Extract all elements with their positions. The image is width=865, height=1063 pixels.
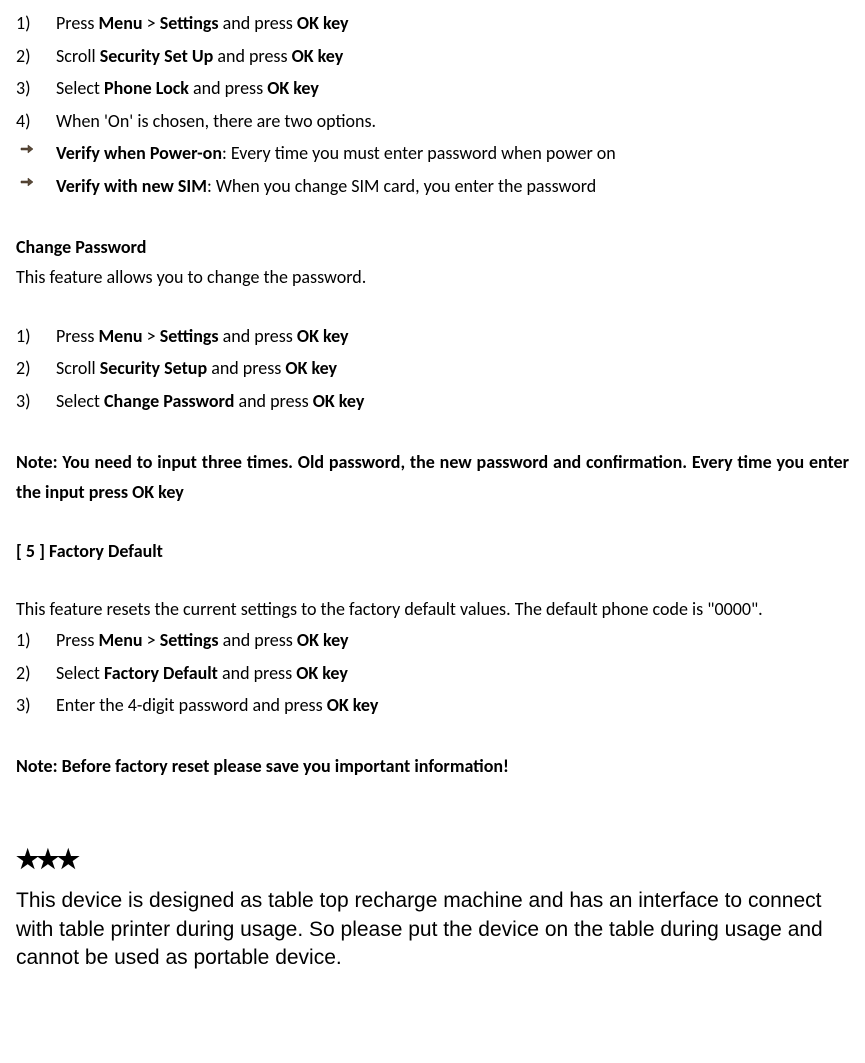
list-number: 3) xyxy=(16,386,56,417)
list-number: 1) xyxy=(16,321,56,352)
bullet-item: Verify with new SIM: When you change SIM… xyxy=(16,171,849,202)
note-text: Note: Before factory reset please save y… xyxy=(16,751,849,782)
list-number: 2) xyxy=(16,41,56,72)
list-number: 3) xyxy=(16,690,56,721)
section-description: This feature resets the current settings… xyxy=(16,594,849,625)
bullet-content: Verify when Power-on: Every time you mus… xyxy=(56,138,849,169)
bullet-item: Verify when Power-on: Every time you mus… xyxy=(16,138,849,169)
list-number: 3) xyxy=(16,73,56,104)
list-content: Enter the 4-digit password and press OK … xyxy=(56,690,849,721)
list-item: 2) Scroll Security Set Up and press OK k… xyxy=(16,41,849,72)
list-number: 1) xyxy=(16,8,56,39)
list-number: 2) xyxy=(16,353,56,384)
list-item: 3) Select Phone Lock and press OK key xyxy=(16,73,849,104)
list-content: Scroll Security Setup and press OK key xyxy=(56,353,849,384)
list-content: Press Menu > Settings and press OK key xyxy=(56,625,849,656)
section-heading: Change Password xyxy=(16,232,849,263)
note-text: Note: You need to input three times. Old… xyxy=(16,447,849,508)
list-content: Select Factory Default and press OK key xyxy=(56,658,849,689)
list-number: 1) xyxy=(16,625,56,656)
list-content: Press Menu > Settings and press OK key xyxy=(56,8,849,39)
list-item: 3) Select Change Password and press OK k… xyxy=(16,386,849,417)
list-item: 4) When 'On' is chosen, there are two op… xyxy=(16,106,849,137)
list-item: 3) Enter the 4-digit password and press … xyxy=(16,690,849,721)
list-item: 1) Press Menu > Settings and press OK ke… xyxy=(16,321,849,352)
list-content: Press Menu > Settings and press OK key xyxy=(56,321,849,352)
footer-disclaimer: This device is designed as table top rec… xyxy=(16,887,849,972)
list-number: 2) xyxy=(16,658,56,689)
section-description: This feature allows you to change the pa… xyxy=(16,262,849,293)
list-item: 2) Select Factory Default and press OK k… xyxy=(16,658,849,689)
list-content: Select Phone Lock and press OK key xyxy=(56,73,849,104)
list-item: 1) Press Menu > Settings and press OK ke… xyxy=(16,625,849,656)
list-item: 1) Press Menu > Settings and press OK ke… xyxy=(16,8,849,39)
list-content: When 'On' is chosen, there are two optio… xyxy=(56,106,849,137)
star-rating-icon: ★★★ xyxy=(16,837,849,881)
section-heading: [ 5 ] Factory Default xyxy=(16,536,849,567)
bullet-content: Verify with new SIM: When you change SIM… xyxy=(56,171,849,202)
arrow-bullet-icon xyxy=(16,138,56,156)
list-content: Select Change Password and press OK key xyxy=(56,386,849,417)
list-item: 2) Scroll Security Setup and press OK ke… xyxy=(16,353,849,384)
list-number: 4) xyxy=(16,106,56,137)
list-content: Scroll Security Set Up and press OK key xyxy=(56,41,849,72)
arrow-bullet-icon xyxy=(16,171,56,189)
